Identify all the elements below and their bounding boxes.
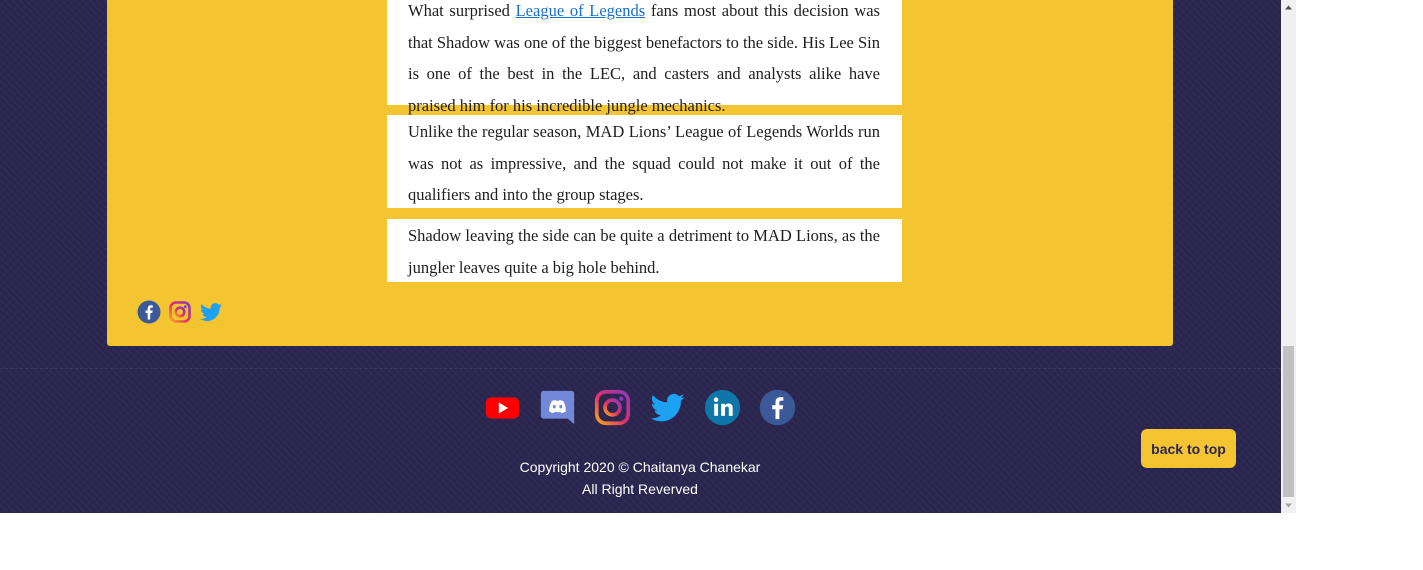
scroll-down-arrow-icon[interactable] xyxy=(1281,498,1296,513)
facebook-icon[interactable] xyxy=(137,300,161,324)
article-paragraph: Unlike the regular season, MAD Lions’ Le… xyxy=(387,115,902,208)
scroll-up-arrow-icon[interactable] xyxy=(1281,0,1296,15)
facebook-icon[interactable] xyxy=(759,389,796,426)
linkedin-icon[interactable] xyxy=(704,389,741,426)
discord-icon[interactable] xyxy=(539,389,576,426)
copyright-line: Copyright 2020 © Chaitanya Chanekar xyxy=(519,459,761,475)
twitter-icon[interactable] xyxy=(199,300,223,324)
scrollbar-thumb[interactable] xyxy=(1283,346,1294,497)
league-of-legends-link[interactable]: League of Legends xyxy=(516,1,646,20)
footer-social-icons xyxy=(484,389,796,426)
page-viewport: What surprised League of Legends fans mo… xyxy=(0,0,1281,513)
article-paragraph: What surprised League of Legends fans mo… xyxy=(387,0,902,115)
copyright: Copyright 2020 © Chaitanya Chanekar All … xyxy=(440,456,840,500)
share-icons xyxy=(137,300,223,324)
youtube-icon[interactable] xyxy=(484,389,521,426)
article-card: What surprised League of Legends fans mo… xyxy=(107,0,1173,346)
instagram-icon[interactable] xyxy=(168,300,192,324)
copyright-line: All Right Reverved xyxy=(582,481,698,497)
paragraph-text: What surprised xyxy=(408,1,516,20)
instagram-icon[interactable] xyxy=(594,389,631,426)
twitter-icon[interactable] xyxy=(649,389,686,426)
footer-divider xyxy=(0,368,1281,369)
vertical-scrollbar[interactable] xyxy=(1281,0,1296,513)
back-to-top-button[interactable]: back to top xyxy=(1141,429,1236,468)
article-paragraph: Shadow leaving the side can be quite a d… xyxy=(387,219,902,282)
